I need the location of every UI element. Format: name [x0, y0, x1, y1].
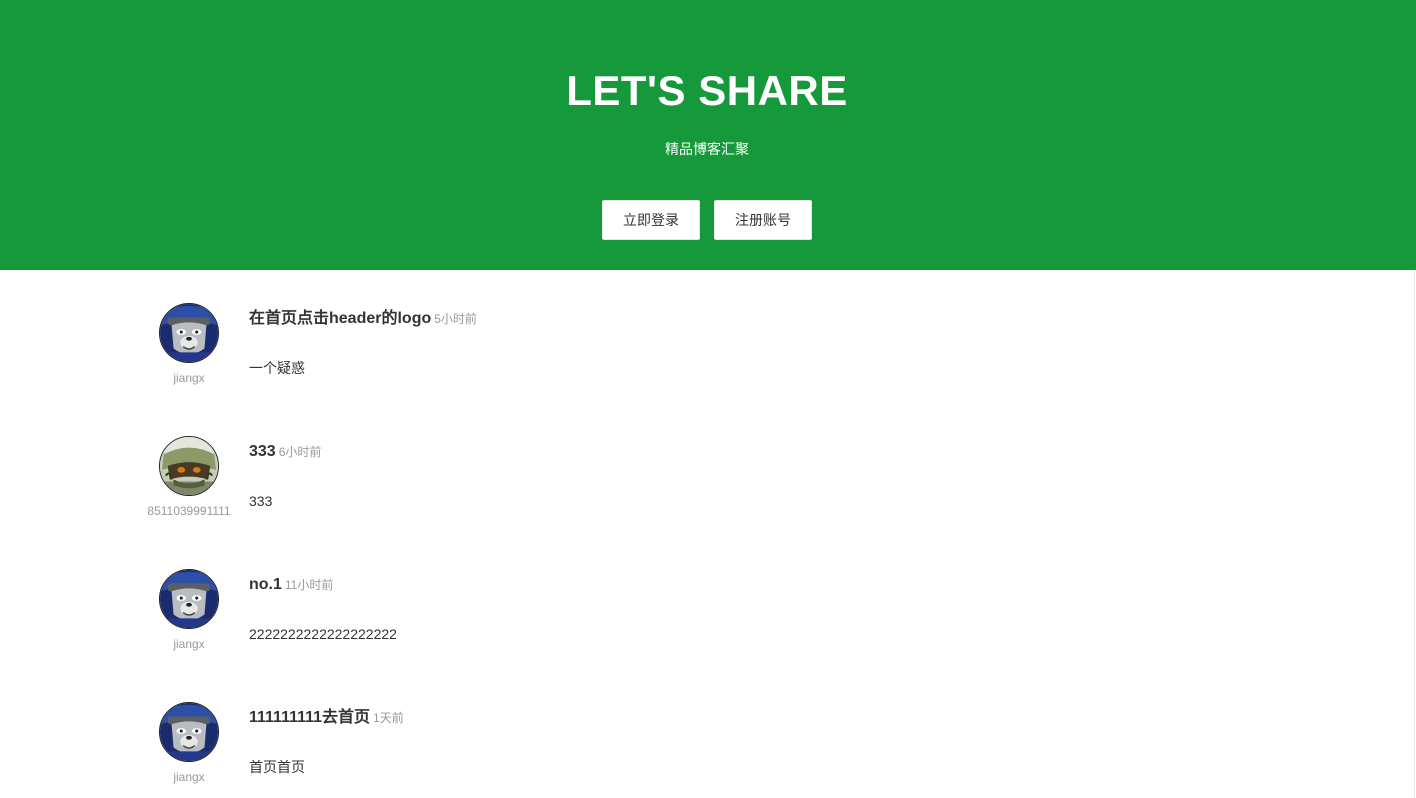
post-title-row: 111111111去首页 1天前	[249, 708, 404, 728]
post-author[interactable]: 8511039991111	[140, 436, 238, 536]
post-item: jiangx 在首页点击header的logo 5小时前 一个疑惑	[140, 303, 1040, 413]
author-name[interactable]: jiangx	[140, 371, 238, 385]
post-body: 首页首页	[249, 759, 305, 775]
post-author[interactable]: jiangx	[140, 303, 238, 403]
wolf-avatar-icon[interactable]	[159, 303, 219, 363]
post-title[interactable]: 在首页点击header的logo	[249, 310, 431, 327]
post-title-row: 在首页点击header的logo 5小时前	[249, 309, 477, 329]
creature-avatar-icon[interactable]	[159, 436, 219, 496]
post-item: jiangx 111111111去首页 1天前 首页首页	[140, 702, 1040, 798]
post-title-row: no.1 11小时前	[249, 575, 333, 595]
author-name[interactable]: jiangx	[140, 770, 238, 784]
post-author[interactable]: jiangx	[140, 569, 238, 669]
post-body: 2222222222222222222	[249, 626, 397, 642]
login-button[interactable]: 立即登录	[602, 200, 700, 240]
post-body: 333	[249, 493, 273, 509]
post-time: 11小时前	[284, 578, 334, 592]
post-title[interactable]: 111111111去首页	[249, 709, 370, 726]
post-title[interactable]: no.1	[249, 576, 282, 593]
site-subtitle: 精品博客汇聚	[665, 141, 749, 157]
post-item: 8511039991111 333 6小时前 333	[140, 436, 1040, 546]
wolf-avatar-icon[interactable]	[159, 569, 219, 629]
hero-banner: LET'S SHARE 精品博客汇聚 立即登录 注册账号	[0, 0, 1416, 270]
post-body: 一个疑惑	[249, 360, 305, 376]
wolf-avatar-icon[interactable]	[159, 702, 219, 762]
author-name[interactable]: 8511039991111	[140, 504, 238, 518]
post-author[interactable]: jiangx	[140, 702, 238, 798]
post-time: 6小时前	[278, 445, 322, 459]
post-title[interactable]: 333	[249, 443, 276, 460]
register-button[interactable]: 注册账号	[714, 200, 812, 240]
post-item: jiangx no.1 11小时前 2222222222222222222	[140, 569, 1040, 679]
post-time: 1天前	[373, 711, 404, 725]
author-name[interactable]: jiangx	[140, 637, 238, 651]
scrollbar-track	[1414, 270, 1415, 798]
post-time: 5小时前	[434, 312, 477, 326]
site-title: LET'S SHARE	[566, 67, 848, 114]
post-title-row: 333 6小时前	[249, 442, 321, 462]
